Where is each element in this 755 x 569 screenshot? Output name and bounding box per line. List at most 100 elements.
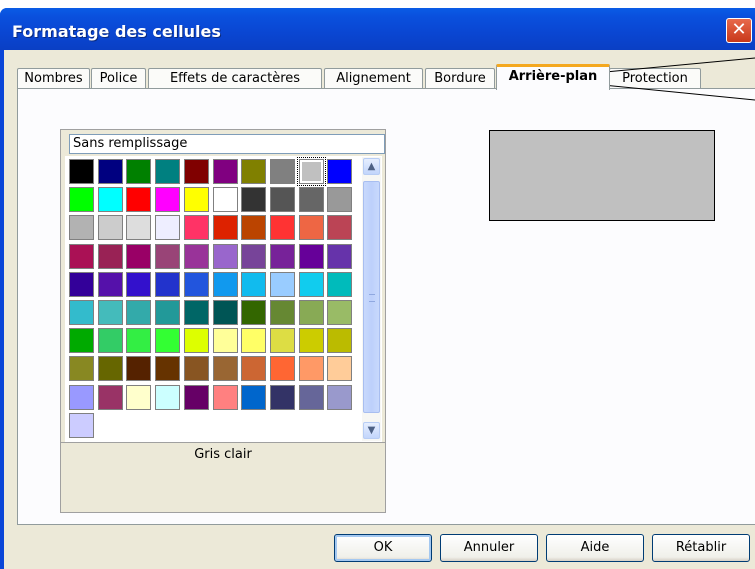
color-swatch[interactable] — [126, 159, 152, 184]
color-swatch[interactable] — [241, 328, 267, 354]
color-swatch[interactable] — [269, 243, 295, 269]
no-fill-option[interactable]: Sans remplissage — [69, 134, 385, 154]
color-swatch[interactable] — [183, 215, 209, 241]
color-swatch[interactable] — [69, 328, 94, 354]
color-swatch[interactable] — [298, 187, 324, 213]
color-swatch[interactable] — [212, 328, 238, 354]
tab-police[interactable]: Police — [91, 68, 146, 89]
color-swatch[interactable] — [269, 159, 295, 184]
color-swatch[interactable] — [155, 384, 181, 410]
color-swatch[interactable] — [183, 243, 209, 269]
color-swatch[interactable] — [327, 159, 353, 184]
color-swatch[interactable] — [327, 215, 353, 241]
color-swatch[interactable] — [126, 300, 152, 325]
color-swatch[interactable] — [183, 356, 209, 382]
color-swatch[interactable] — [155, 243, 181, 269]
color-swatch[interactable] — [97, 215, 123, 241]
ok-button[interactable]: OK — [334, 534, 432, 562]
color-swatch[interactable] — [327, 300, 353, 325]
color-swatch[interactable] — [183, 271, 209, 297]
color-swatch[interactable] — [298, 215, 324, 241]
color-swatch[interactable] — [155, 356, 181, 382]
tab-alignement[interactable]: Alignement — [324, 68, 423, 89]
color-swatch[interactable] — [126, 215, 152, 241]
cancel-button[interactable]: Annuler — [440, 534, 538, 562]
color-swatch[interactable] — [212, 187, 238, 213]
color-swatch[interactable] — [298, 328, 324, 354]
color-swatch[interactable] — [212, 384, 238, 410]
scroll-thumb[interactable] — [363, 181, 380, 413]
color-swatch[interactable] — [241, 356, 267, 382]
color-swatch[interactable] — [69, 159, 94, 184]
color-swatch[interactable] — [298, 356, 324, 382]
color-swatch[interactable] — [183, 300, 209, 325]
color-swatch[interactable] — [69, 215, 94, 241]
color-swatch[interactable] — [69, 384, 94, 410]
title-bar[interactable]: Formatage des cellules ✕ — [0, 8, 755, 50]
color-swatch[interactable] — [241, 215, 267, 241]
color-swatch[interactable] — [69, 243, 94, 269]
color-swatch[interactable] — [183, 187, 209, 213]
color-swatch[interactable] — [212, 356, 238, 382]
color-swatch[interactable] — [298, 271, 324, 297]
color-swatch[interactable] — [269, 356, 295, 382]
color-swatch[interactable] — [155, 328, 181, 354]
color-swatch[interactable] — [69, 271, 94, 297]
color-swatch[interactable] — [126, 271, 152, 297]
color-swatch[interactable] — [241, 300, 267, 325]
palette-scrollbar[interactable]: ▲ ▼ — [362, 157, 381, 441]
color-swatch[interactable] — [155, 300, 181, 325]
color-swatch[interactable] — [298, 384, 324, 410]
color-swatch[interactable] — [241, 384, 267, 410]
color-swatch[interactable] — [212, 300, 238, 325]
color-swatch[interactable] — [298, 243, 324, 269]
color-swatch[interactable] — [126, 384, 152, 410]
color-swatch[interactable] — [155, 215, 181, 241]
tab-protection[interactable]: Protection — [609, 68, 701, 89]
tab-bordure[interactable]: Bordure — [425, 68, 495, 89]
help-button[interactable]: Aide — [546, 534, 644, 562]
color-swatch[interactable] — [327, 271, 353, 297]
color-swatch[interactable] — [241, 159, 267, 184]
tab-nombres[interactable]: Nombres — [17, 68, 90, 89]
color-swatch[interactable] — [97, 243, 123, 269]
color-swatch[interactable] — [69, 187, 94, 213]
color-swatch[interactable] — [241, 243, 267, 269]
color-swatch[interactable] — [327, 384, 353, 410]
color-swatch[interactable] — [183, 328, 209, 354]
color-swatch[interactable] — [126, 187, 152, 213]
color-swatch[interactable] — [269, 328, 295, 354]
color-swatch[interactable] — [241, 271, 267, 297]
color-swatch[interactable] — [183, 384, 209, 410]
color-swatch[interactable] — [327, 356, 353, 382]
color-swatch[interactable] — [126, 243, 152, 269]
color-swatch[interactable] — [155, 271, 181, 297]
color-swatch[interactable] — [69, 356, 94, 382]
color-swatch[interactable] — [212, 243, 238, 269]
scroll-up-button[interactable]: ▲ — [363, 158, 380, 175]
color-swatch[interactable] — [298, 300, 324, 325]
color-swatch[interactable] — [97, 187, 123, 213]
color-swatch[interactable] — [327, 243, 353, 269]
color-swatch[interactable] — [296, 157, 326, 186]
color-swatch[interactable] — [69, 300, 94, 325]
reset-button[interactable]: Rétablir — [652, 534, 750, 562]
color-swatch[interactable] — [212, 271, 238, 297]
color-swatch[interactable] — [183, 159, 209, 184]
color-swatch[interactable] — [269, 215, 295, 241]
color-swatch[interactable] — [97, 384, 123, 410]
color-swatch[interactable] — [327, 328, 353, 354]
color-swatch[interactable] — [126, 328, 152, 354]
color-swatch[interactable] — [97, 356, 123, 382]
color-swatch[interactable] — [97, 300, 123, 325]
color-swatch[interactable] — [97, 271, 123, 297]
color-swatch[interactable] — [212, 159, 238, 184]
close-button[interactable]: ✕ — [726, 18, 752, 43]
color-swatch[interactable] — [155, 187, 181, 213]
scroll-down-button[interactable]: ▼ — [363, 422, 380, 439]
tab-effets-de-caracteres[interactable]: Effets de caractères — [148, 68, 322, 89]
color-swatch[interactable] — [269, 271, 295, 297]
color-swatch[interactable] — [212, 215, 238, 241]
color-swatch[interactable] — [241, 187, 267, 213]
color-swatch[interactable] — [327, 187, 353, 213]
